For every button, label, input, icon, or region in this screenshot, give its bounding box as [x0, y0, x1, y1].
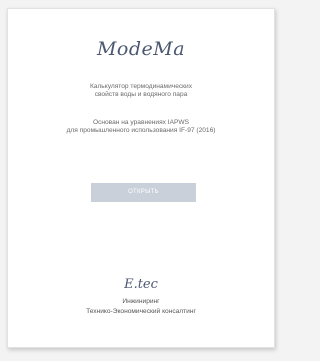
company-logo: E.tec [124, 277, 158, 292]
company-tagline-2: Технико-Экономический консалтинг [86, 308, 196, 315]
description-line-1: Калькулятор термодинамических [89, 83, 193, 90]
open-button[interactable]: ОТКРЫТЬ [91, 183, 196, 202]
app-basis: Основан на уравнениях IAPWS для промышле… [8, 119, 274, 135]
app-logo: ModeMa [96, 38, 186, 60]
description-line-2: свойств воды и водяного пара [94, 91, 188, 98]
company-tagline-1: Инжиниринг [122, 298, 160, 305]
basis-line-1: Основан на уравнениях IAPWS [92, 119, 190, 126]
basis-line-2: для промышленного использования IF-97 (2… [66, 127, 216, 134]
splash-card: ModeMa Калькулятор термодинамических сво… [7, 8, 275, 348]
app-description: Калькулятор термодинамических свойств во… [8, 83, 274, 99]
